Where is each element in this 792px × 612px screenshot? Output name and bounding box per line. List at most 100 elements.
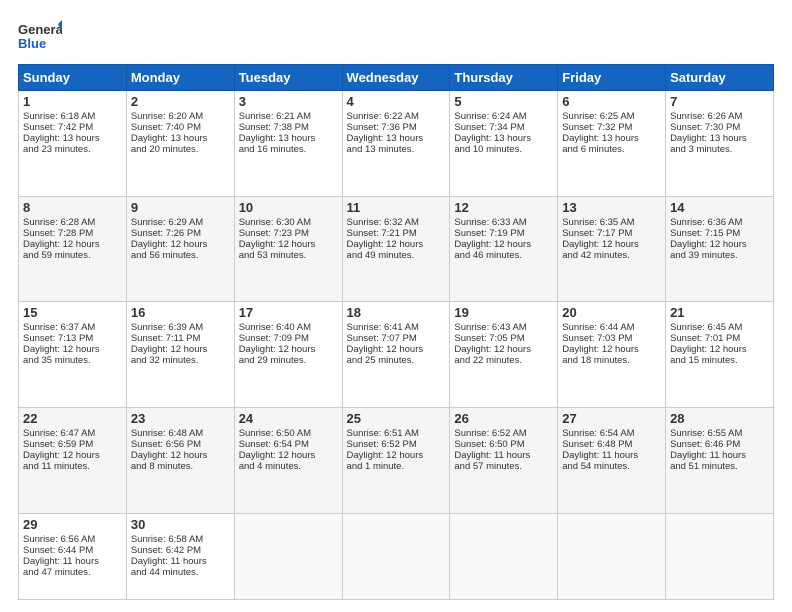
cell-info-line: and 10 minutes. [454,144,553,155]
cell-info-line: Daylight: 11 hours [23,556,122,567]
day-number: 8 [23,200,122,215]
day-number: 17 [239,305,338,320]
weekday-thursday: Thursday [450,65,558,91]
cell-info-line: Daylight: 11 hours [454,450,553,461]
cell-info-line: and 53 minutes. [239,250,338,261]
calendar-cell: 19Sunrise: 6:43 AMSunset: 7:05 PMDayligh… [450,302,558,408]
cell-info-line: and 6 minutes. [562,144,661,155]
cell-info-line: Sunset: 6:50 PM [454,439,553,450]
cell-info-line: Sunrise: 6:30 AM [239,217,338,228]
week-row-4: 22Sunrise: 6:47 AMSunset: 6:59 PMDayligh… [19,407,774,513]
cell-info-line: and 13 minutes. [347,144,446,155]
day-number: 29 [23,517,122,532]
day-number: 20 [562,305,661,320]
cell-info-line: Sunrise: 6:48 AM [131,428,230,439]
cell-info-line: Sunrise: 6:54 AM [562,428,661,439]
cell-info-line: Daylight: 13 hours [131,133,230,144]
cell-info-line: Daylight: 12 hours [131,344,230,355]
calendar-cell: 11Sunrise: 6:32 AMSunset: 7:21 PMDayligh… [342,196,450,302]
cell-info-line: and 18 minutes. [562,355,661,366]
cell-info-line: Sunset: 7:19 PM [454,228,553,239]
cell-info-line: Sunrise: 6:18 AM [23,111,122,122]
weekday-tuesday: Tuesday [234,65,342,91]
cell-info-line: Sunset: 7:21 PM [347,228,446,239]
calendar-cell: 22Sunrise: 6:47 AMSunset: 6:59 PMDayligh… [19,407,127,513]
cell-info-line: Sunrise: 6:50 AM [239,428,338,439]
cell-info-line: Daylight: 12 hours [23,344,122,355]
calendar-cell: 29Sunrise: 6:56 AMSunset: 6:44 PMDayligh… [19,513,127,599]
cell-info-line: Daylight: 12 hours [131,450,230,461]
calendar-cell: 17Sunrise: 6:40 AMSunset: 7:09 PMDayligh… [234,302,342,408]
cell-info-line: Sunset: 7:40 PM [131,122,230,133]
day-number: 24 [239,411,338,426]
cell-info-line: Sunset: 6:48 PM [562,439,661,450]
svg-text:Blue: Blue [18,36,46,51]
cell-info-line: Sunset: 7:34 PM [454,122,553,133]
calendar-cell [666,513,774,599]
calendar-cell [342,513,450,599]
cell-info-line: Daylight: 13 hours [562,133,661,144]
cell-info-line: Daylight: 12 hours [347,344,446,355]
cell-info-line: and 44 minutes. [131,567,230,578]
cell-info-line: Sunrise: 6:56 AM [23,534,122,545]
calendar-cell: 9Sunrise: 6:29 AMSunset: 7:26 PMDaylight… [126,196,234,302]
cell-info-line: Daylight: 11 hours [670,450,769,461]
cell-info-line: and 4 minutes. [239,461,338,472]
cell-info-line: Sunset: 7:05 PM [454,333,553,344]
cell-info-line: Sunrise: 6:26 AM [670,111,769,122]
cell-info-line: and 25 minutes. [347,355,446,366]
weekday-sunday: Sunday [19,65,127,91]
cell-info-line: Sunrise: 6:24 AM [454,111,553,122]
calendar-cell: 7Sunrise: 6:26 AMSunset: 7:30 PMDaylight… [666,91,774,197]
day-number: 6 [562,94,661,109]
cell-info-line: Sunset: 6:46 PM [670,439,769,450]
calendar-cell: 26Sunrise: 6:52 AMSunset: 6:50 PMDayligh… [450,407,558,513]
cell-info-line: Sunrise: 6:33 AM [454,217,553,228]
day-number: 5 [454,94,553,109]
cell-info-line: Daylight: 12 hours [670,344,769,355]
cell-info-line: Sunset: 7:26 PM [131,228,230,239]
cell-info-line: Sunrise: 6:43 AM [454,322,553,333]
cell-info-line: and 57 minutes. [454,461,553,472]
cell-info-line: and 3 minutes. [670,144,769,155]
cell-info-line: Sunset: 6:42 PM [131,545,230,556]
cell-info-line: Sunrise: 6:29 AM [131,217,230,228]
calendar-cell: 4Sunrise: 6:22 AMSunset: 7:36 PMDaylight… [342,91,450,197]
cell-info-line: Daylight: 12 hours [347,239,446,250]
cell-info-line: Daylight: 13 hours [347,133,446,144]
cell-info-line: and 35 minutes. [23,355,122,366]
calendar-cell: 1Sunrise: 6:18 AMSunset: 7:42 PMDaylight… [19,91,127,197]
day-number: 27 [562,411,661,426]
cell-info-line: and 22 minutes. [454,355,553,366]
cell-info-line: Sunset: 7:17 PM [562,228,661,239]
cell-info-line: and 51 minutes. [670,461,769,472]
calendar-cell: 28Sunrise: 6:55 AMSunset: 6:46 PMDayligh… [666,407,774,513]
week-row-3: 15Sunrise: 6:37 AMSunset: 7:13 PMDayligh… [19,302,774,408]
day-number: 4 [347,94,446,109]
cell-info-line: Daylight: 12 hours [239,239,338,250]
calendar-cell: 12Sunrise: 6:33 AMSunset: 7:19 PMDayligh… [450,196,558,302]
day-number: 26 [454,411,553,426]
cell-info-line: and 42 minutes. [562,250,661,261]
logo: General Blue [18,18,62,56]
cell-info-line: Daylight: 12 hours [562,239,661,250]
weekday-wednesday: Wednesday [342,65,450,91]
cell-info-line: Sunrise: 6:58 AM [131,534,230,545]
cell-info-line: Daylight: 12 hours [562,344,661,355]
calendar-cell: 16Sunrise: 6:39 AMSunset: 7:11 PMDayligh… [126,302,234,408]
calendar-cell: 24Sunrise: 6:50 AMSunset: 6:54 PMDayligh… [234,407,342,513]
day-number: 25 [347,411,446,426]
day-number: 15 [23,305,122,320]
calendar-cell: 2Sunrise: 6:20 AMSunset: 7:40 PMDaylight… [126,91,234,197]
cell-info-line: Sunset: 6:56 PM [131,439,230,450]
cell-info-line: Sunrise: 6:37 AM [23,322,122,333]
cell-info-line: Sunset: 7:03 PM [562,333,661,344]
calendar-cell [450,513,558,599]
cell-info-line: and 8 minutes. [131,461,230,472]
weekday-row: SundayMondayTuesdayWednesdayThursdayFrid… [19,65,774,91]
cell-info-line: Sunrise: 6:32 AM [347,217,446,228]
cell-info-line: and 56 minutes. [131,250,230,261]
cell-info-line: Sunset: 7:11 PM [131,333,230,344]
cell-info-line: and 29 minutes. [239,355,338,366]
calendar-cell [234,513,342,599]
